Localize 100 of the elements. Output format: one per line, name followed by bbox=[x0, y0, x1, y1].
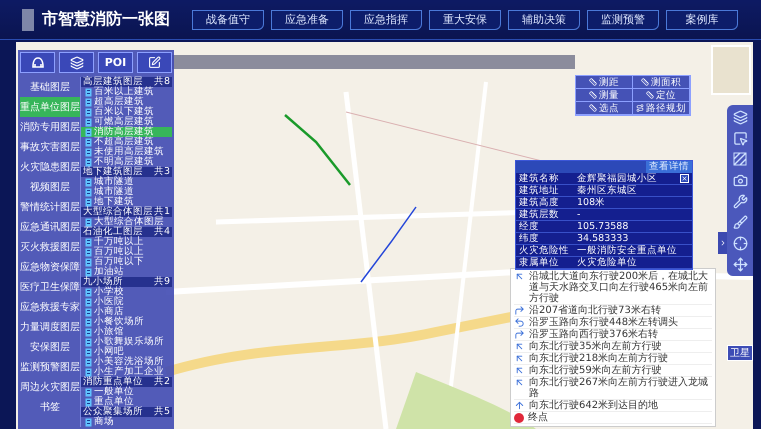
layer-category[interactable]: 消防专用图层 bbox=[20, 117, 80, 137]
layer-item[interactable]: 小学校 bbox=[81, 287, 172, 297]
camera-icon bbox=[732, 172, 748, 188]
layer-item[interactable]: 城市隧道 bbox=[81, 187, 172, 197]
layer-item[interactable]: 小歌舞娱乐场所 bbox=[81, 337, 172, 347]
map-tool-button[interactable]: 路径规划 bbox=[633, 102, 690, 115]
map-tool-button[interactable]: 测距 bbox=[576, 76, 633, 89]
layer-category[interactable]: 警情统计图层 bbox=[20, 197, 80, 217]
layer-item[interactable]: 小医院 bbox=[81, 297, 172, 307]
field-value: 34.583333 bbox=[576, 233, 630, 244]
field-value: 一般消防安全重点单位 bbox=[576, 245, 678, 256]
group-count: 共1 bbox=[154, 207, 170, 217]
close-icon bbox=[681, 175, 688, 182]
tool-button[interactable] bbox=[20, 52, 55, 73]
layer-category[interactable]: 书签 bbox=[20, 397, 80, 417]
layer-category[interactable]: 应急物资保障 bbox=[20, 257, 80, 277]
layer-item[interactable]: 超高层建筑 bbox=[81, 97, 172, 107]
layer-item[interactable]: 百万吨以上 bbox=[81, 247, 172, 257]
map-tool-button[interactable]: 测面积 bbox=[633, 76, 690, 89]
nav-tab[interactable]: 案例库 bbox=[666, 10, 738, 30]
nav-tab[interactable]: 应急准备 bbox=[271, 10, 343, 30]
layer-item[interactable]: 百万吨以下 bbox=[81, 257, 172, 267]
group-title: 地下建筑图层 bbox=[83, 167, 143, 177]
hatched-square-icon bbox=[733, 152, 747, 166]
layer-item[interactable]: 商场 bbox=[81, 417, 172, 427]
turn-right-icon bbox=[514, 329, 525, 340]
layer-item[interactable]: 小商店 bbox=[81, 307, 172, 317]
layer-item[interactable]: 不超高层建筑 bbox=[81, 137, 172, 147]
layer-item[interactable]: 百米以下建筑 bbox=[81, 107, 172, 117]
layer-category[interactable]: 灭火救援图层 bbox=[20, 237, 80, 257]
satellite-button[interactable]: 卫星 bbox=[727, 345, 753, 361]
layer-item[interactable]: 大型综合体图层 bbox=[81, 217, 172, 227]
field-label: 经度 bbox=[518, 221, 540, 232]
route-step: 终点 bbox=[528, 412, 548, 423]
layer-item[interactable]: 一般单位 bbox=[81, 387, 172, 397]
group-count: 共5 bbox=[154, 407, 170, 417]
group-title: 大型综合体图层 bbox=[83, 207, 153, 217]
bear-left-icon bbox=[514, 365, 525, 376]
layer-category[interactable]: 医疗卫生保障 bbox=[20, 277, 80, 297]
layer-item[interactable]: 小旅馆 bbox=[81, 327, 172, 337]
group-count: 共2 bbox=[154, 377, 170, 387]
group-title: 消防重点单位 bbox=[83, 377, 143, 387]
route-icon bbox=[636, 104, 644, 112]
field-label: 建筑层数 bbox=[518, 209, 560, 220]
layer-category[interactable]: 安保图层 bbox=[20, 337, 80, 357]
layer-item[interactable]: 未使用高层建筑 bbox=[81, 147, 172, 157]
layer-item[interactable]: 城市隧道 bbox=[81, 177, 172, 187]
field-label: 纬度 bbox=[518, 233, 540, 244]
poi-button[interactable]: POI bbox=[98, 52, 133, 73]
layer-item[interactable]: 小生产加工企业 bbox=[81, 367, 172, 377]
route-step: 沿207省道向北行驶73米右转 bbox=[529, 305, 661, 316]
layer-category[interactable]: 视频图层 bbox=[20, 177, 80, 197]
map-tool-button[interactable]: 定位 bbox=[633, 89, 690, 102]
layer-category[interactable]: 应急通讯图层 bbox=[20, 217, 80, 237]
nav-tab[interactable]: 辅助决策 bbox=[508, 10, 580, 30]
layer-item[interactable]: 百米以上建筑 bbox=[81, 87, 172, 97]
collapse-button[interactable] bbox=[718, 232, 727, 254]
tool-button[interactable] bbox=[137, 52, 172, 73]
layer-item[interactable]: 小美容洗浴场所 bbox=[81, 357, 172, 367]
route-step: 沿城北大道向东行驶200米后，在城北大道与天水路交叉口向左行驶465米向左前方行驶 bbox=[529, 271, 712, 304]
layers-icon bbox=[732, 110, 748, 124]
field-label: 隶属单位 bbox=[518, 257, 560, 268]
ruler-icon bbox=[646, 91, 654, 99]
map-tool-button[interactable]: 测量 bbox=[576, 89, 633, 102]
layer-category[interactable]: 周边火灾图层 bbox=[20, 377, 80, 397]
tool-button[interactable] bbox=[59, 52, 94, 73]
nav-tab[interactable]: 监测预警 bbox=[587, 10, 659, 30]
layer-category[interactable]: 事故灾害图层 bbox=[20, 137, 80, 157]
close-button[interactable] bbox=[680, 174, 689, 183]
ruler-icon bbox=[589, 78, 597, 86]
layer-item[interactable]: 地下建筑 bbox=[81, 197, 172, 207]
end-point-icon bbox=[514, 412, 524, 422]
field-value: 105.73588 bbox=[576, 221, 630, 232]
nav-tab[interactable]: 重大安保 bbox=[429, 10, 501, 30]
edit-icon bbox=[148, 56, 161, 69]
ruler-icon bbox=[589, 104, 597, 112]
layer-item[interactable]: 小餐饮场所 bbox=[81, 317, 172, 327]
field-value: 108米 bbox=[576, 197, 606, 208]
nav-tab[interactable]: 应急指挥 bbox=[350, 10, 422, 30]
layer-category[interactable]: 监测预警图层 bbox=[20, 357, 80, 377]
layer-category[interactable]: 基础图层 bbox=[20, 77, 80, 97]
bear-left-icon bbox=[514, 377, 525, 388]
group-title: 石油化工图层 bbox=[83, 227, 143, 237]
layer-category[interactable]: 力量调度图层 bbox=[20, 317, 80, 337]
layer-item[interactable]: 小网吧 bbox=[81, 347, 172, 357]
layers-icon bbox=[70, 56, 84, 70]
layer-item[interactable]: 重点单位 bbox=[81, 397, 172, 407]
group-count: 共8 bbox=[154, 77, 170, 87]
layer-item[interactable]: 加油站 bbox=[81, 267, 172, 277]
map-tool-button[interactable]: 选点 bbox=[576, 102, 633, 115]
route-step: 向东北行驶267米向左前方行驶进入龙城路 bbox=[529, 377, 712, 399]
details-link[interactable]: 查看详情 bbox=[646, 161, 692, 173]
layer-category[interactable]: 应急救援专家 bbox=[20, 297, 80, 317]
layer-item[interactable]: 可燃高层建筑 bbox=[81, 117, 172, 127]
u-turn-icon bbox=[514, 317, 525, 328]
layer-item[interactable]: 千万吨以上 bbox=[81, 237, 172, 247]
layer-category[interactable]: 火灾隐患图层 bbox=[20, 157, 80, 177]
target-icon bbox=[732, 236, 748, 250]
nav-tab[interactable]: 战备值守 bbox=[192, 10, 264, 30]
layer-item[interactable]: 不明高层建筑 bbox=[81, 157, 172, 167]
